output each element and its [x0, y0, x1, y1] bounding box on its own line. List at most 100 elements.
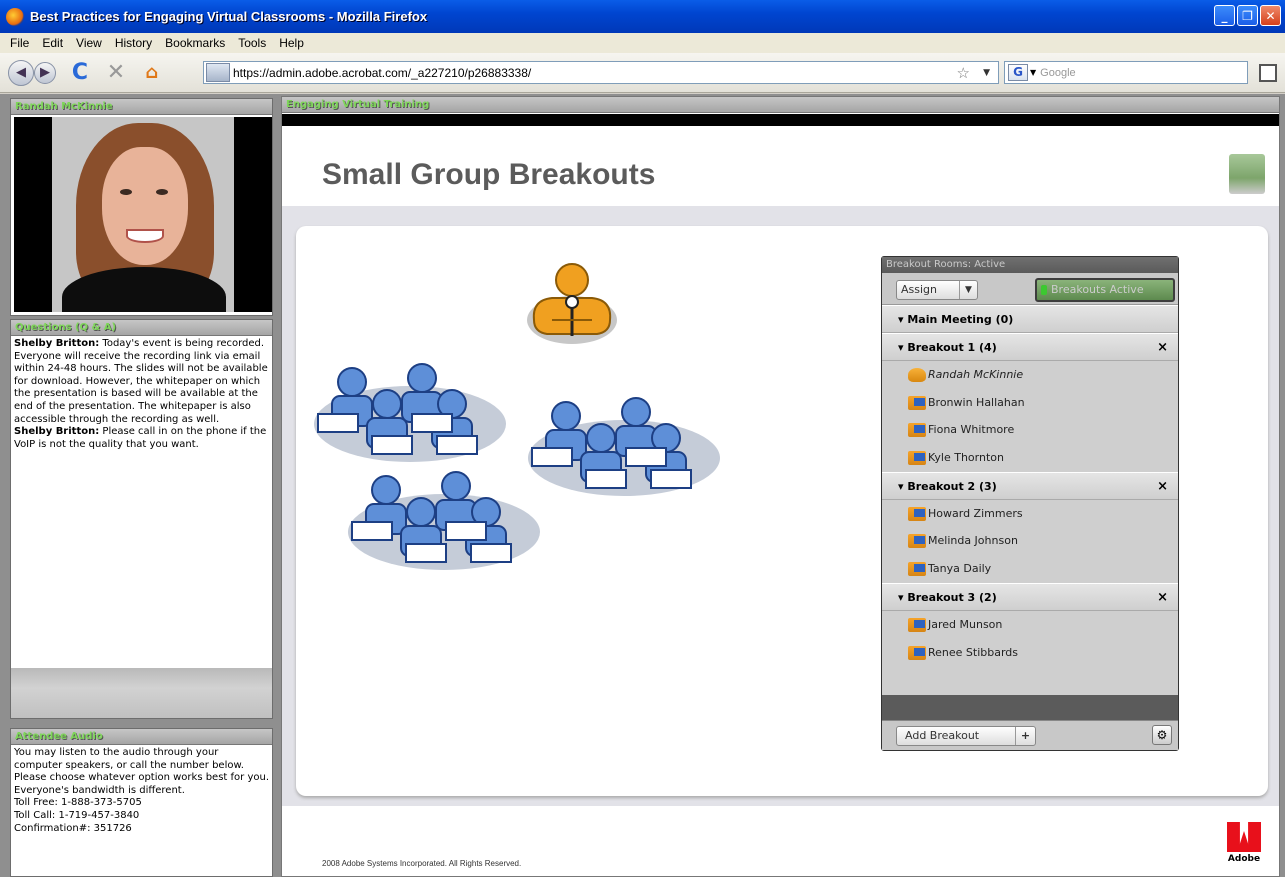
breakout-group-header[interactable]: ▾ Breakout 3 (2) × — [882, 582, 1178, 612]
camera-pod-title: Randah McKinnie — [11, 99, 272, 115]
qa-messages: Shelby Britton: Today's event is being r… — [11, 336, 272, 672]
breakout-group-label: Breakout 2 (3) — [907, 479, 997, 493]
minimize-button[interactable]: _ — [1214, 5, 1235, 26]
participant-icon — [908, 645, 926, 660]
home-icon[interactable]: ⌂ — [140, 61, 164, 85]
breakout-group-header[interactable]: ▾ Breakout 1 (4) × — [882, 333, 1178, 361]
qa-pod-title: Questions (Q & A) — [11, 320, 272, 336]
qa-input-area[interactable] — [11, 668, 272, 718]
attendee-list-item[interactable]: Kyle Thornton — [882, 444, 1178, 472]
breakouts-active-button[interactable]: Breakouts Active — [1035, 278, 1175, 302]
menu-view[interactable]: View — [76, 36, 102, 50]
add-breakout-label: Add Breakout — [905, 729, 980, 742]
search-engine-dropdown-icon[interactable]: ▼ — [1030, 68, 1036, 77]
breakout-group-icon — [348, 471, 540, 570]
toll-call-number: Toll Call: 1-719-457-3840 — [14, 809, 140, 821]
qa-message: Shelby Britton: Please call in on the ph… — [14, 426, 269, 451]
close-breakout-icon[interactable]: × — [1157, 584, 1168, 612]
adobe-brand-text: Adobe — [1227, 854, 1261, 864]
search-engine-icon[interactable]: G — [1008, 64, 1028, 81]
audio-info: You may listen to the audio through your… — [11, 745, 272, 837]
menu-edit[interactable]: Edit — [42, 36, 63, 50]
qa-author: Shelby Britton: — [14, 426, 100, 438]
breakout-group-icon — [314, 363, 506, 462]
window-icon[interactable] — [1259, 64, 1277, 82]
attendee-list-item[interactable]: Randah McKinnie — [882, 361, 1178, 389]
copyright-text: 2008 Adobe Systems Incorporated. All Rig… — [322, 859, 522, 868]
menu-file[interactable]: File — [10, 36, 29, 50]
camera-pod: Randah McKinnie — [10, 98, 273, 316]
firefox-icon — [6, 7, 24, 26]
window-title: Best Practices for Engaging Virtual Clas… — [30, 9, 428, 24]
audio-pod: Attendee Audio You may listen to the aud… — [10, 728, 273, 877]
slide-logo-icon — [1229, 154, 1265, 194]
slide-title: Small Group Breakouts — [322, 158, 656, 191]
navigation-toolbar: ◀ ▶ C ✕ ⌂ https://admin.adobe.acrobat.co… — [0, 53, 1285, 93]
breakout-footer: Add Breakout + ⚙ — [882, 720, 1178, 750]
close-button[interactable]: ✕ — [1260, 5, 1281, 26]
stop-icon[interactable]: ✕ — [104, 60, 128, 85]
attendee-list-item[interactable]: Renee Stibbards — [882, 639, 1178, 667]
attendee-list-item[interactable]: Tanya Daily — [882, 555, 1178, 583]
host-icon — [908, 368, 926, 382]
url-text[interactable]: https://admin.adobe.acrobat.com/_a227210… — [233, 66, 531, 80]
share-pod: Engaging Virtual Training Small Group Br… — [281, 96, 1280, 877]
confirmation-number: Confirmation#: 351726 — [14, 822, 132, 834]
attendee-list-item[interactable]: Fiona Whitmore — [882, 416, 1178, 444]
breakout-group-header[interactable]: ▾ Breakout 2 (3) × — [882, 471, 1178, 501]
back-icon[interactable]: ◀ — [8, 59, 34, 86]
forward-icon[interactable]: ▶ — [34, 61, 56, 84]
assign-label: Assign — [901, 283, 937, 296]
participant-icon — [908, 451, 926, 466]
presenter-figure-icon — [527, 263, 617, 344]
participant-icon — [908, 395, 926, 410]
slide-content: Breakout Rooms: Active Assign ▼ Breakout… — [296, 226, 1268, 796]
breakout-group-icon — [528, 397, 720, 496]
attendee-list-item[interactable]: Jared Munson — [882, 611, 1178, 639]
url-bar[interactable]: https://admin.adobe.acrobat.com/_a227210… — [203, 61, 999, 84]
breakout-panel-header: Breakout Rooms: Active — [882, 257, 1178, 273]
attendee-list-item[interactable]: Melinda Johnson — [882, 527, 1178, 555]
breakouts-active-label: Breakouts Active — [1051, 283, 1144, 296]
participant-icon — [908, 534, 926, 549]
url-dropdown-icon[interactable]: ▼ — [983, 68, 990, 78]
qa-author: Shelby Britton: — [14, 338, 100, 349]
add-breakout-button[interactable]: Add Breakout + — [896, 726, 1036, 746]
status-indicator-icon — [1041, 285, 1047, 295]
participant-icon — [908, 617, 926, 632]
close-breakout-icon[interactable]: × — [1157, 334, 1168, 362]
attendee-list-item[interactable]: Bronwin Hallahan — [882, 389, 1178, 417]
audio-pod-title: Attendee Audio — [11, 729, 272, 745]
site-identity-icon[interactable] — [206, 63, 230, 82]
breakout-group-header[interactable]: ▾ Main Meeting (0) — [882, 305, 1178, 333]
breakout-group-label: Breakout 3 (2) — [907, 590, 997, 604]
search-bar[interactable]: G ▼ Google ⚲ — [1004, 61, 1275, 84]
plus-icon[interactable]: + — [1015, 727, 1035, 745]
menu-history[interactable]: History — [115, 36, 152, 50]
menu-bar: File Edit View History Bookmarks Tools H… — [0, 33, 1285, 53]
attendee-list-item[interactable]: Howard Zimmers — [882, 500, 1178, 528]
menu-help[interactable]: Help — [279, 36, 304, 50]
participant-icon — [908, 423, 926, 438]
bookmark-star-icon[interactable]: ☆ — [957, 64, 970, 82]
qa-message: Shelby Britton: Today's event is being r… — [14, 338, 269, 426]
participant-icon — [908, 506, 926, 521]
breakout-group-label: Breakout 1 (4) — [907, 341, 997, 354]
maximize-button[interactable]: ❐ — [1237, 5, 1258, 26]
window-titlebar: Best Practices for Engaging Virtual Clas… — [0, 0, 1285, 33]
menu-tools[interactable]: Tools — [238, 36, 266, 50]
menu-bookmarks[interactable]: Bookmarks — [165, 36, 225, 50]
gear-icon[interactable]: ⚙ — [1152, 725, 1172, 745]
close-breakout-icon[interactable]: × — [1157, 473, 1168, 501]
breakout-group-label: Main Meeting (0) — [907, 313, 1014, 326]
reload-icon[interactable]: C — [68, 60, 92, 85]
toll-free-number: Toll Free: 1-888-373-5705 — [14, 797, 142, 809]
audio-instructions: You may listen to the audio through your… — [14, 747, 269, 796]
search-input[interactable]: Google — [1040, 67, 1075, 79]
breakout-rooms-panel: Breakout Rooms: Active Assign ▼ Breakout… — [881, 256, 1179, 751]
slide-footer: 2008 Adobe Systems Incorporated. All Rig… — [282, 806, 1279, 876]
presenter-video — [14, 117, 272, 312]
assign-button[interactable]: Assign ▼ — [896, 280, 978, 300]
assign-dropdown-icon[interactable]: ▼ — [959, 281, 977, 299]
breakout-toolbar: Assign ▼ Breakouts Active — [882, 273, 1178, 305]
